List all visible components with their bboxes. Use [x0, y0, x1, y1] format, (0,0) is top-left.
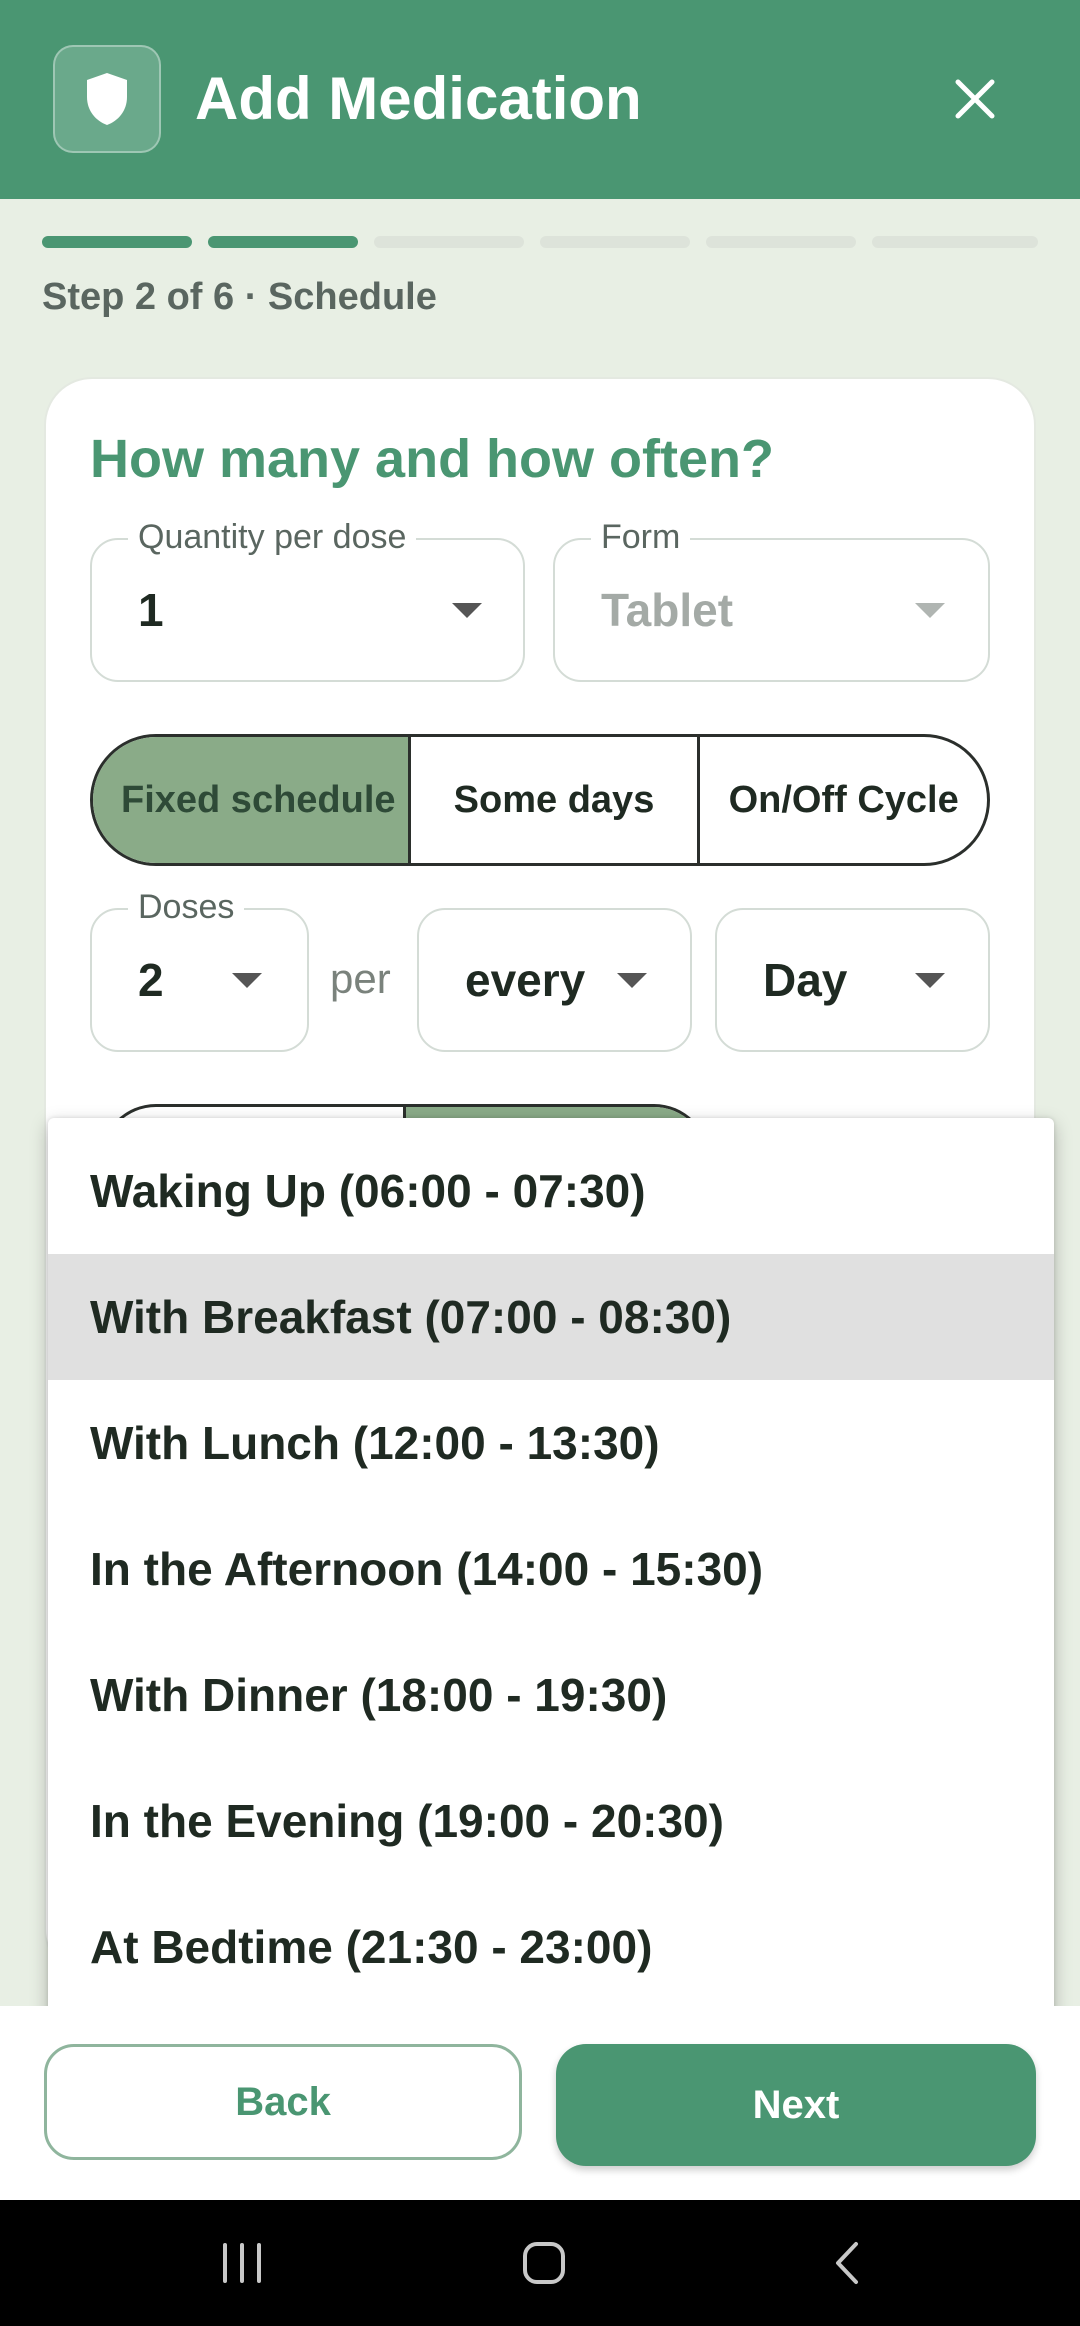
close-button[interactable]: [940, 60, 1010, 138]
time-of-day-dropdown: Waking Up (06:00 - 07:30) With Breakfast…: [48, 1118, 1054, 2043]
dropdown-item-bedtime[interactable]: At Bedtime (21:30 - 23:00): [48, 1884, 1054, 2010]
shield-icon: [53, 45, 161, 153]
frequency-select[interactable]: every: [417, 908, 692, 1052]
chevron-down-icon: [915, 973, 945, 988]
schedule-type-toggle: Fixed schedule Some days On/Off Cycle: [90, 734, 990, 866]
form-value: Tablet: [601, 584, 734, 636]
home-button[interactable]: [494, 2225, 594, 2301]
chevron-down-icon: [232, 973, 262, 988]
schedule-option-on-off-cycle[interactable]: On/Off Cycle: [700, 737, 987, 863]
frequency-value: every: [465, 954, 586, 1006]
system-back-button[interactable]: [798, 2225, 898, 2301]
period-select[interactable]: Day: [715, 908, 990, 1052]
dropdown-item-waking-up[interactable]: Waking Up (06:00 - 07:30): [48, 1128, 1054, 1254]
dropdown-item-afternoon[interactable]: In the Afternoon (14:00 - 15:30): [48, 1506, 1054, 1632]
chevron-down-icon: [915, 603, 945, 618]
next-button[interactable]: Next: [556, 2044, 1036, 2166]
quantity-select[interactable]: Quantity per dose 1: [90, 518, 525, 682]
dropdown-item-evening[interactable]: In the Evening (19:00 - 20:30): [48, 1758, 1054, 1884]
home-icon: [523, 2242, 565, 2284]
app-header: Add Medication: [0, 0, 1080, 199]
schedule-option-some-days[interactable]: Some days: [411, 737, 701, 863]
step-progress: [42, 236, 1038, 248]
chevron-down-icon: [617, 973, 647, 988]
doses-select[interactable]: Doses 2: [90, 888, 309, 1052]
step-label: Step 2 of 6 · Schedule: [42, 276, 437, 318]
progress-segment-6: [872, 236, 1038, 248]
progress-segment-2: [208, 236, 358, 248]
progress-segment-4: [540, 236, 690, 248]
quantity-value: 1: [138, 584, 164, 636]
dropdown-item-lunch[interactable]: With Lunch (12:00 - 13:30): [48, 1380, 1054, 1506]
form-select: Form Tablet: [553, 518, 990, 682]
progress-segment-3: [374, 236, 524, 248]
per-label: per: [330, 955, 391, 1002]
system-nav-bar: [0, 2200, 1080, 2326]
progress-segment-1: [42, 236, 192, 248]
card-title: How many and how often?: [90, 429, 774, 489]
chevron-down-icon: [452, 603, 482, 618]
recents-icon: [223, 2243, 261, 2283]
recents-button[interactable]: [192, 2225, 292, 2301]
close-icon: [955, 79, 995, 119]
dropdown-item-dinner[interactable]: With Dinner (18:00 - 19:30): [48, 1632, 1054, 1758]
quantity-label: Quantity per dose: [128, 518, 417, 557]
period-value: Day: [763, 954, 848, 1006]
back-chevron-icon: [836, 2242, 858, 2284]
doses-value: 2: [138, 954, 164, 1006]
dropdown-item-breakfast[interactable]: With Breakfast (07:00 - 08:30): [48, 1254, 1054, 1380]
page-title: Add Medication: [195, 65, 642, 132]
schedule-option-fixed[interactable]: Fixed schedule: [93, 737, 411, 863]
progress-segment-5: [706, 236, 856, 248]
back-button[interactable]: Back: [44, 2044, 522, 2160]
